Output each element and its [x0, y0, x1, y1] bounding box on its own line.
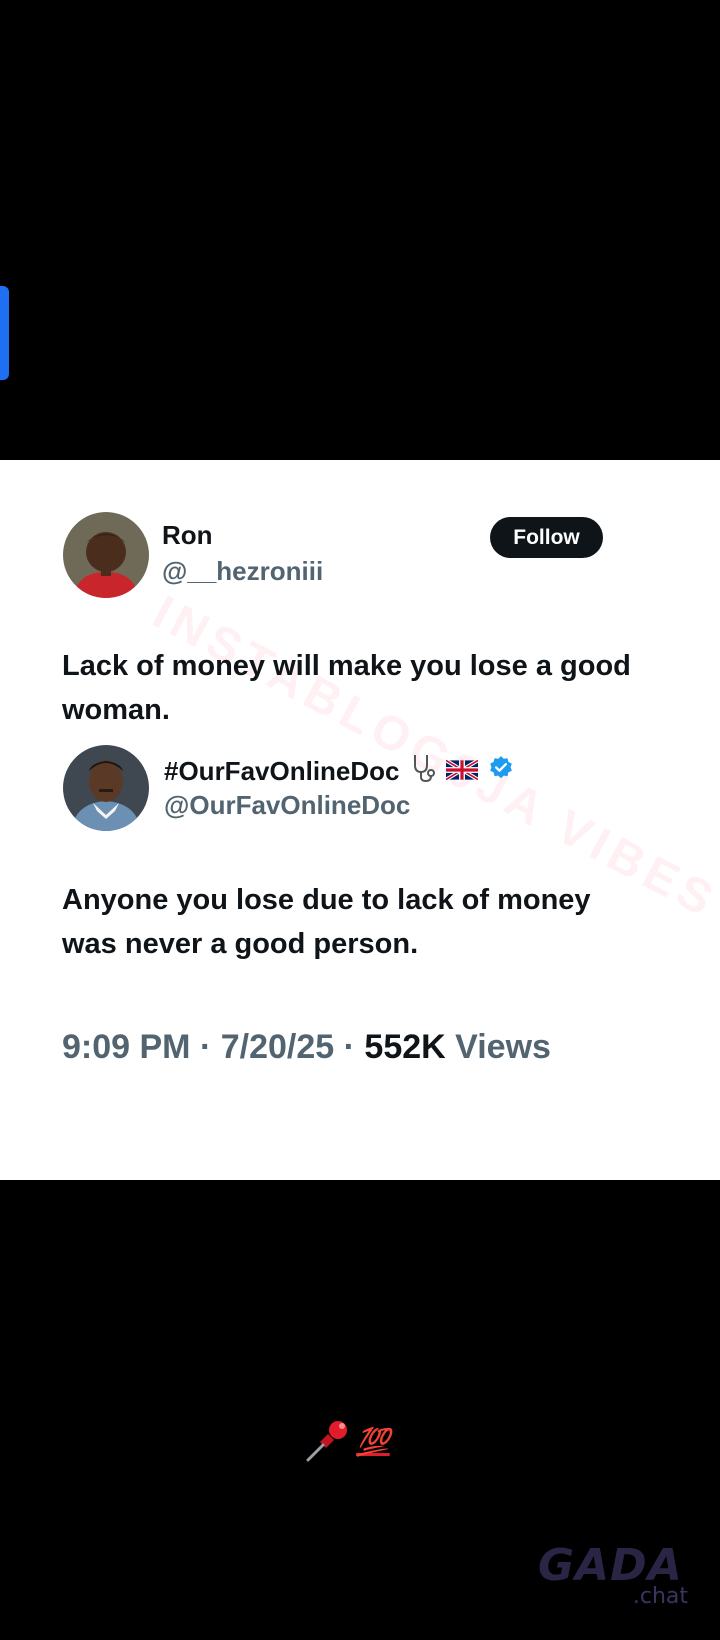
meta-separator: ·: [343, 1028, 355, 1066]
author-name[interactable]: Ron: [162, 520, 213, 551]
stethoscope-icon: [410, 753, 436, 790]
gada-chat-logo: GADA .chat: [538, 1540, 688, 1620]
views-label[interactable]: Views: [455, 1028, 551, 1066]
avatar-ron[interactable]: [63, 512, 149, 598]
quoted-author-name[interactable]: #OurFavOnlineDoc: [164, 753, 514, 790]
verified-badge-icon: [488, 755, 514, 788]
caption: 💯: [304, 1414, 390, 1469]
quoted-author-name-text: #OurFavOnlineDoc: [164, 756, 400, 786]
hundred-points-emoji: 💯: [356, 1426, 390, 1458]
tweet-text: Lack of money will make you lose a good …: [62, 650, 631, 726]
logo-sub-text: .chat: [632, 1584, 688, 1609]
author-handle[interactable]: @__hezroniii: [162, 556, 323, 587]
views-count[interactable]: 552K: [364, 1028, 445, 1066]
avatar-ourfavonlinedoc[interactable]: [63, 745, 149, 831]
uk-flag-icon: [444, 756, 479, 787]
pushpin-icon: [304, 1414, 354, 1469]
follow-button[interactable]: Follow: [490, 517, 603, 558]
tweet-time[interactable]: 9:09 PM: [62, 1028, 191, 1066]
tweet-meta: 9:09 PM · 7/20/25 · 552K Views: [62, 1028, 551, 1067]
side-edge-tab[interactable]: [0, 286, 9, 380]
quoted-tweet-text: Anyone you lose due to lack of money was…: [62, 884, 591, 960]
tweet-card: INSTABLOG9JA VIBES Ron @__hezroniii Foll…: [0, 460, 720, 1180]
quoted-author-handle[interactable]: @OurFavOnlineDoc: [164, 790, 410, 821]
meta-separator: ·: [199, 1028, 212, 1066]
tweet-date[interactable]: 7/20/25: [221, 1028, 334, 1066]
